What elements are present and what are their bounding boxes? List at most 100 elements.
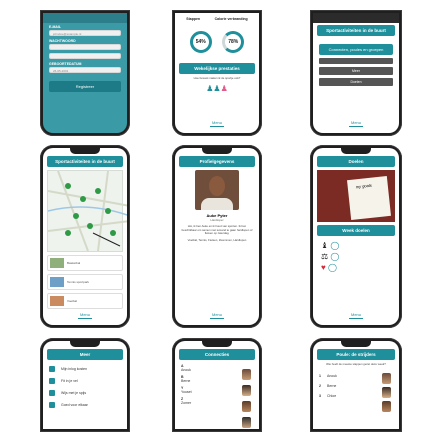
menu-footer[interactable]: Menu bbox=[175, 120, 259, 127]
phone-connections: Connecties A Anouk B Berne Y Youset Z Zo… bbox=[172, 338, 262, 432]
card-image bbox=[50, 277, 64, 287]
profile-screen: Profielgegevens Auke Pyter Hardloper Hoi… bbox=[175, 148, 259, 325]
goals-photo: my goals bbox=[317, 170, 395, 222]
profile-header: Profielgegevens bbox=[179, 156, 255, 167]
connections-header: Connecties bbox=[179, 349, 255, 360]
food-icon bbox=[49, 390, 55, 396]
calories-gauge: 78% bbox=[222, 31, 245, 53]
notch bbox=[341, 341, 371, 347]
phone-more-menu: Meer Mijn inlog kosten Fit in je vel Wij… bbox=[40, 338, 130, 432]
notch bbox=[202, 148, 232, 154]
user-icon bbox=[49, 366, 55, 372]
registration-screen: E-MAIL johndoe@example.nl WACHTWOORD GEB… bbox=[43, 13, 127, 133]
card-title: Tennis sportpark bbox=[67, 280, 90, 284]
avatar bbox=[242, 417, 251, 428]
phone-profile: Profielgegevens Auke Pyter Hardloper Hoi… bbox=[172, 145, 262, 328]
more-button[interactable]: Meer bbox=[319, 67, 393, 75]
runner-icon: ♝ bbox=[321, 241, 329, 250]
progress-icon: ◯ bbox=[327, 263, 337, 272]
week-goals-header: Week doelen bbox=[317, 225, 395, 236]
phone-registration: E-MAIL johndoe@example.nl WACHTWOORD GEB… bbox=[40, 10, 130, 136]
menu-item-wellbeing[interactable]: Goed voor elkaar bbox=[43, 399, 127, 411]
weekly-performance-header: Wekelijkse prestaties bbox=[179, 63, 255, 74]
notch bbox=[202, 341, 232, 347]
notebook: my goals bbox=[347, 176, 391, 220]
goals-screen: Doelen my goals Week doelen ♝ ◯ ⚖ ◯ ♥ ◯ … bbox=[313, 148, 399, 325]
more-menu-screen: Meer Mijn inlog kosten Fit in je vel Wij… bbox=[43, 341, 127, 429]
progress-icon: ◯ bbox=[330, 241, 340, 250]
goal-icons: ♝ ◯ ⚖ ◯ ♥ ◯ bbox=[313, 239, 399, 274]
menu-item-account[interactable]: Mijn inlog kosten bbox=[43, 363, 127, 375]
card-image bbox=[50, 258, 64, 268]
menu-footer[interactable]: Menu bbox=[313, 120, 399, 127]
phone-goals: Doelen my goals Week doelen ♝ ◯ ⚖ ◯ ♥ ◯ … bbox=[310, 145, 402, 328]
password-field[interactable] bbox=[49, 44, 121, 50]
goals-button[interactable]: Doelen bbox=[319, 78, 393, 86]
dark-band bbox=[313, 13, 399, 23]
connect-button[interactable]: Connecten, poules en groepen bbox=[319, 44, 393, 55]
avatar bbox=[382, 387, 391, 398]
sport-menu-header: Sportactiviteiten in de buurt bbox=[317, 25, 395, 36]
menu-underline bbox=[210, 126, 224, 127]
menu-item-fit[interactable]: Fit in je vel bbox=[43, 375, 127, 387]
steps-gauge: 54% bbox=[189, 31, 212, 53]
password-label: WACHTWOORD bbox=[49, 39, 76, 43]
birthdate-field[interactable]: 26-05-2001 bbox=[49, 67, 121, 73]
goal-row: ♥ ◯ bbox=[321, 262, 391, 273]
avatar bbox=[382, 401, 391, 412]
menu-footer[interactable]: Menu bbox=[313, 312, 399, 319]
avatar bbox=[382, 373, 391, 384]
email-field[interactable]: johndoe@example.nl bbox=[49, 30, 121, 36]
menu-underline bbox=[78, 318, 92, 319]
map-svg bbox=[47, 170, 127, 252]
gauges: 54% 78% bbox=[175, 29, 259, 55]
question-text: Hoe bewust maken ik de sportje ook? bbox=[193, 76, 241, 80]
birthdate-label: GEBOORTEDATUM bbox=[49, 62, 82, 66]
tab-row: Stappen Calorie verbranding bbox=[175, 13, 259, 23]
wellbeing-icon bbox=[49, 402, 55, 408]
person-icon: ♟ bbox=[220, 83, 228, 93]
menu-item-food[interactable]: Wijs met je spijs bbox=[43, 387, 127, 399]
goals-progress-screen: Stappen Calorie verbranding 54% 78% Weke… bbox=[175, 13, 259, 133]
leaderboard-subtitle: Wie heeft de meeste stappen gezet deze w… bbox=[326, 362, 386, 366]
profile-bio: Hoi, ik ben Auke en ik houd van sporten.… bbox=[181, 224, 253, 236]
person-icon: ♟ bbox=[213, 83, 221, 93]
profile-interests: Voetbal, Tennis, Fietsen, Zwemmen, Hardl… bbox=[187, 237, 247, 242]
profile-photo bbox=[195, 170, 239, 210]
placeholder-bar bbox=[319, 58, 393, 64]
email-label: E-MAIL bbox=[49, 25, 62, 29]
phone-goals-progress: Stappen Calorie verbranding 54% 78% Weke… bbox=[172, 10, 262, 136]
menu-underline bbox=[349, 126, 363, 127]
phone-leaderboard: Poule: de strijders Wie heeft de meeste … bbox=[310, 338, 402, 432]
menu-footer[interactable]: Menu bbox=[175, 312, 259, 319]
shirt bbox=[201, 198, 233, 210]
phone-map: Sportactiviteiten in de buurt Basketbal bbox=[40, 145, 130, 328]
leaderboard-screen: Poule: de strijders Wie heeft de meeste … bbox=[313, 341, 399, 429]
register-button[interactable]: Registreer bbox=[49, 81, 121, 92]
progress-icon: ◯ bbox=[330, 252, 340, 261]
notch bbox=[70, 341, 100, 347]
activity-card[interactable]: Basketbal bbox=[47, 255, 123, 271]
avatar bbox=[242, 385, 251, 396]
notch bbox=[341, 148, 371, 154]
card-title: Voetbal bbox=[67, 299, 78, 303]
notebook-text: my goals bbox=[355, 182, 372, 190]
tab-calories[interactable]: Calorie verbranding bbox=[215, 17, 248, 21]
menu-underline bbox=[349, 318, 363, 319]
more-header: Meer bbox=[47, 349, 123, 360]
card-title: Basketbal bbox=[67, 261, 81, 265]
map-screen: Sportactiviteiten in de buurt Basketbal bbox=[43, 148, 127, 325]
activity-card[interactable]: Voetbal bbox=[47, 293, 123, 309]
profile-subtitle: Hardloper bbox=[210, 218, 224, 222]
menu-footer[interactable]: Menu bbox=[43, 312, 127, 319]
password-confirm-field[interactable] bbox=[49, 53, 121, 59]
fitness-icon bbox=[49, 378, 55, 384]
tab-steps[interactable]: Stappen bbox=[186, 17, 200, 21]
face bbox=[209, 176, 225, 196]
activity-card[interactable]: Tennis sportpark bbox=[47, 274, 123, 290]
map-view[interactable] bbox=[47, 170, 127, 252]
heart-icon: ♥ bbox=[321, 263, 326, 272]
status-bar bbox=[43, 13, 127, 23]
scale-icon: ⚖ bbox=[321, 252, 329, 261]
notch bbox=[70, 148, 100, 154]
